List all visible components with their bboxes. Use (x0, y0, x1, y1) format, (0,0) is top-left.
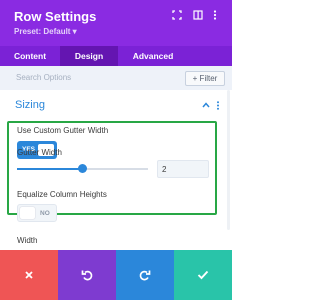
tab-content[interactable]: Content (0, 46, 60, 66)
toggle-knob (20, 207, 35, 219)
gutter-width-label: Gutter Width (17, 148, 62, 157)
section-options-icon[interactable] (216, 101, 220, 112)
modal-title: Row Settings (14, 9, 97, 24)
search-bar: Search Options + Filter (0, 66, 232, 90)
equalize-heights-toggle[interactable]: NO (17, 204, 57, 222)
settings-header: Row Settings Preset: Default ▾ (0, 0, 232, 46)
slider-handle[interactable] (78, 164, 87, 173)
undo-icon (81, 270, 93, 281)
action-bar (0, 250, 232, 300)
width-label: Width (17, 236, 38, 245)
section-title[interactable]: Sizing (15, 99, 45, 111)
settings-tabs: Content Design Advanced (0, 46, 232, 66)
custom-gutter-label: Use Custom Gutter Width (17, 126, 109, 135)
close-icon (25, 271, 33, 279)
more-options-icon[interactable] (209, 9, 221, 21)
redo-icon (139, 270, 151, 281)
scrollbar[interactable] (227, 90, 230, 230)
undo-button[interactable] (58, 250, 116, 300)
gutter-width-input[interactable] (157, 160, 209, 178)
slider-fill (17, 168, 83, 170)
save-button[interactable] (174, 250, 232, 300)
collapse-chevron-icon[interactable] (202, 101, 210, 111)
cancel-button[interactable] (0, 250, 58, 300)
expand-icon[interactable] (171, 9, 183, 21)
sidebar-toggle-icon[interactable] (192, 9, 204, 21)
preset-dropdown[interactable]: Preset: Default ▾ (14, 27, 77, 36)
redo-button[interactable] (116, 250, 174, 300)
toggle-state: NO (40, 210, 50, 217)
tab-advanced[interactable]: Advanced (118, 46, 188, 66)
tab-design[interactable]: Design (60, 46, 118, 66)
check-icon (197, 270, 209, 280)
filter-button[interactable]: + Filter (185, 71, 225, 86)
equalize-heights-label: Equalize Column Heights (17, 190, 107, 199)
search-input[interactable]: Search Options (16, 73, 71, 82)
